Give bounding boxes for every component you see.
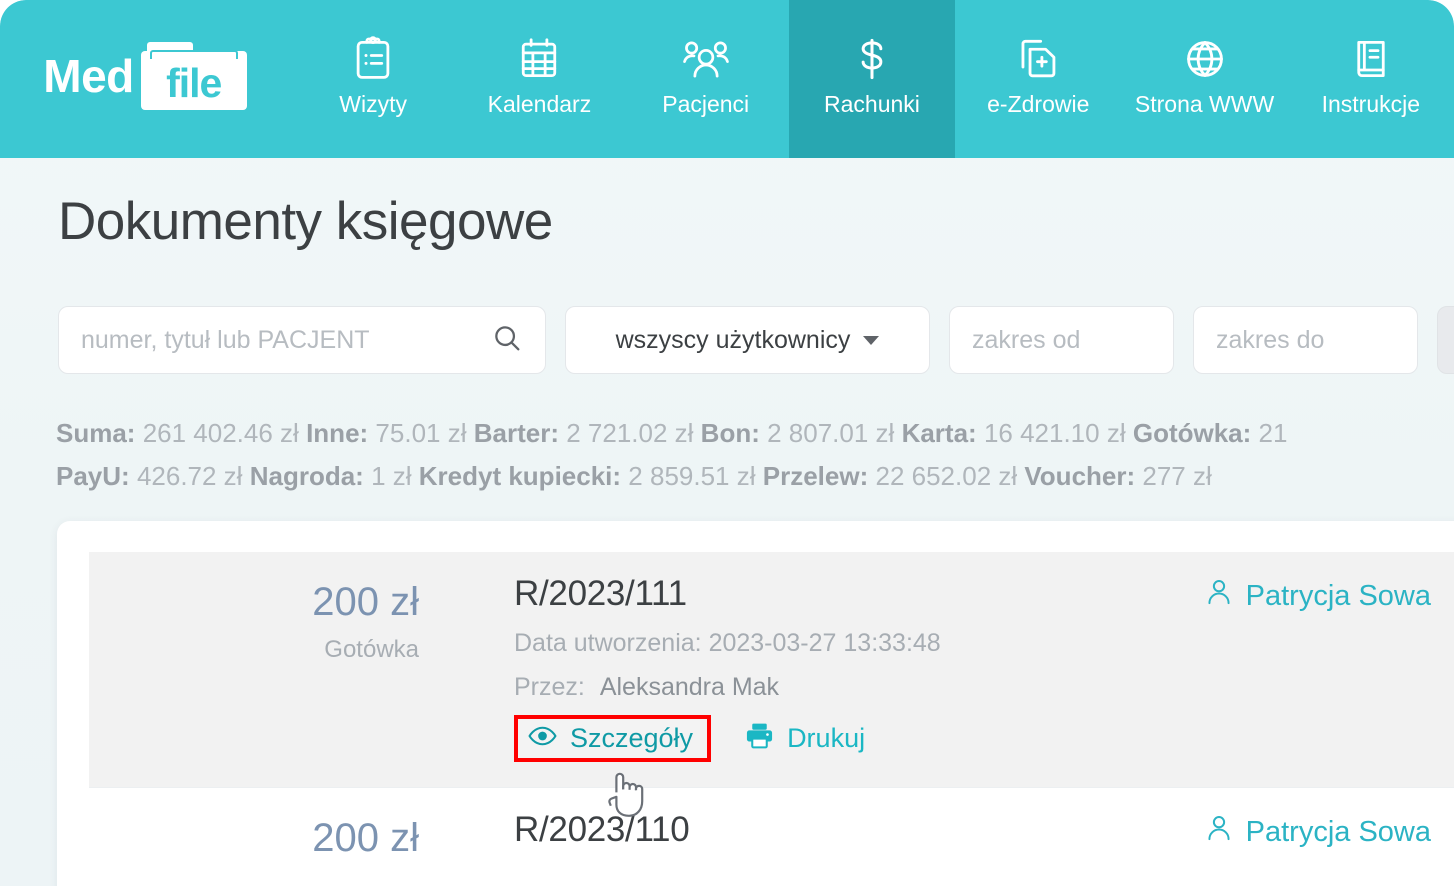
details-button[interactable]: Szczegóły <box>514 715 712 762</box>
documents-card: 200 zł Gotówka R/2023/111 Data utworzeni… <box>57 521 1454 886</box>
type-filter-select[interactable]: Typ <box>1437 306 1454 374</box>
table-row[interactable]: 200 zł R/2023/110 Patrycja Sowa <box>89 787 1454 886</box>
document-amount-column: 200 zł Gotówka <box>249 580 419 664</box>
summary-label: Voucher: <box>1024 461 1136 491</box>
nav-item-instrukcje[interactable]: Instrukcje <box>1288 0 1454 158</box>
document-user-label: Patrycja Sowa <box>1245 579 1431 612</box>
print-button[interactable]: Drukuj <box>737 717 873 761</box>
date-from-placeholder: zakres od <box>972 325 1081 354</box>
document-main-column: R/2023/111 Data utworzenia: 2023-03-27 1… <box>514 574 941 702</box>
calendar-icon <box>518 36 560 82</box>
summary-line-1: Suma: 261 402.46 zł Inne: 75.01 zł Barte… <box>56 412 1454 455</box>
summary-label: Kredyt kupiecki: <box>418 461 622 491</box>
nav-item-label: Wizyty <box>339 91 407 117</box>
eye-icon <box>528 723 557 754</box>
people-icon <box>682 36 730 82</box>
details-button-label: Szczegóły <box>570 723 694 753</box>
summary-value: 426.72 zł <box>136 461 243 491</box>
summary-value: 75.01 zł <box>375 418 467 448</box>
nav-items: Wizyty Kalendarz Pacjenci Rachunki e-Zdr… <box>290 0 1454 158</box>
document-author-value: Aleksandra Mak <box>599 673 780 701</box>
summary-value: 2 721.02 zł <box>566 418 694 448</box>
search-icon[interactable] <box>491 322 523 359</box>
summary-line-2: PayU: 426.72 zł Nagroda: 1 zł Kredyt kup… <box>56 455 1454 498</box>
document-created-label: Data utworzenia: <box>514 629 702 657</box>
nav-item-e-zdrowie[interactable]: e-Zdrowie <box>955 0 1121 158</box>
document-user[interactable]: Patrycja Sowa <box>1206 578 1431 614</box>
document-amount-column: 200 zł <box>249 816 419 860</box>
user-icon <box>1206 578 1232 614</box>
nav-item-label: Pacjenci <box>662 91 750 117</box>
summary-label: Suma: <box>56 418 136 448</box>
brand-logo-med: Med <box>43 50 134 102</box>
summary-label: Przelew: <box>762 461 869 491</box>
search-input[interactable]: numer, tytuł lub PACJENT <box>58 306 546 374</box>
nav-item-label: Kalendarz <box>487 91 592 117</box>
document-author-label: Przez: <box>514 673 585 701</box>
summary-value: 1 zł <box>371 461 412 491</box>
book-icon <box>1350 36 1392 82</box>
user-icon <box>1206 814 1232 850</box>
user-filter-value: wszyscy użytkownicy <box>615 325 851 354</box>
brand-logo[interactable]: Med file <box>0 0 290 158</box>
user-filter-select[interactable]: wszyscy użytkownicy <box>565 306 930 374</box>
summary-value: 22 652.02 zł <box>875 461 1018 491</box>
summary-label: Gotówka: <box>1132 418 1252 448</box>
document-created-value: 2023-03-27 13:33:48 <box>708 629 941 657</box>
nav-item-rachunki[interactable]: Rachunki <box>788 0 956 158</box>
page-title: Dokumenty księgowe <box>58 192 553 251</box>
nav-item-pacjenci[interactable]: Pacjenci <box>623 0 789 158</box>
application-window: Med file Wizyty Kalendarz Pacjenci Rachu… <box>0 0 1454 886</box>
document-user[interactable]: Patrycja Sowa <box>1206 814 1431 850</box>
nav-item-strona-www[interactable]: Strona WWW <box>1121 0 1287 158</box>
globe-icon <box>1183 36 1227 82</box>
table-row[interactable]: 200 zł Gotówka R/2023/111 Data utworzeni… <box>89 552 1454 787</box>
summary-label: Nagroda: <box>249 461 364 491</box>
nav-item-wizyty[interactable]: Wizyty <box>290 0 456 158</box>
summary-value: 21 <box>1258 418 1288 448</box>
summary-label: Barter: <box>473 418 559 448</box>
search-input-placeholder: numer, tytuł lub PACJENT <box>81 325 370 354</box>
nav-item-label: e-Zdrowie <box>987 91 1090 117</box>
dollar-icon <box>852 36 892 82</box>
top-navigation-bar: Med file Wizyty Kalendarz Pacjenci Rachu… <box>0 0 1454 158</box>
printer-icon <box>745 722 774 756</box>
summary-label: Bon: <box>700 418 760 448</box>
summary-value: 16 421.10 zł <box>983 418 1126 448</box>
nav-item-label: Strona WWW <box>1134 91 1275 117</box>
document-author: Przez: Aleksandra Mak <box>514 673 941 702</box>
brand-folder-icon: file <box>140 42 247 110</box>
document-number: R/2023/111 <box>514 574 687 613</box>
summary-totals: Suma: 261 402.46 zł Inne: 75.01 zł Barte… <box>56 412 1454 498</box>
print-button-label: Drukuj <box>787 723 866 753</box>
document-number: R/2023/110 <box>514 810 690 849</box>
summary-value: 2 859.51 zł <box>628 461 756 491</box>
summary-label: Inne: <box>306 418 369 448</box>
nav-item-label: Instrukcje <box>1321 91 1421 117</box>
summary-value: 2 807.01 zł <box>767 418 895 448</box>
date-from-input[interactable]: zakres od <box>949 306 1174 374</box>
chevron-down-icon <box>863 335 880 345</box>
clipboard-list-icon <box>352 36 394 82</box>
nav-item-kalendarz[interactable]: Kalendarz <box>456 0 622 158</box>
document-user-label: Patrycja Sowa <box>1245 815 1431 848</box>
summary-label: Karta: <box>901 418 977 448</box>
summary-value: 261 402.46 zł <box>142 418 299 448</box>
brand-logo-file: file <box>166 59 222 106</box>
page-content: Dokumenty księgowe numer, tytuł lub PACJ… <box>0 158 1454 886</box>
document-payment-method: Gotówka <box>324 636 419 663</box>
filter-bar: numer, tytuł lub PACJENT wszyscy użytkow… <box>58 306 1454 374</box>
summary-label: PayU: <box>56 461 130 491</box>
document-plus-icon <box>1016 36 1060 82</box>
document-actions: Szczegóły Drukuj <box>514 715 873 762</box>
document-amount: 200 zł <box>312 580 419 624</box>
nav-item-label: Rachunki <box>824 91 920 117</box>
date-to-placeholder: zakres do <box>1216 325 1325 354</box>
document-amount: 200 zł <box>312 816 419 860</box>
summary-value: 277 zł <box>1142 461 1212 491</box>
date-to-input[interactable]: zakres do <box>1193 306 1418 374</box>
document-created: Data utworzenia: 2023-03-27 13:33:48 <box>514 629 941 658</box>
document-main-column: R/2023/110 <box>514 810 690 850</box>
